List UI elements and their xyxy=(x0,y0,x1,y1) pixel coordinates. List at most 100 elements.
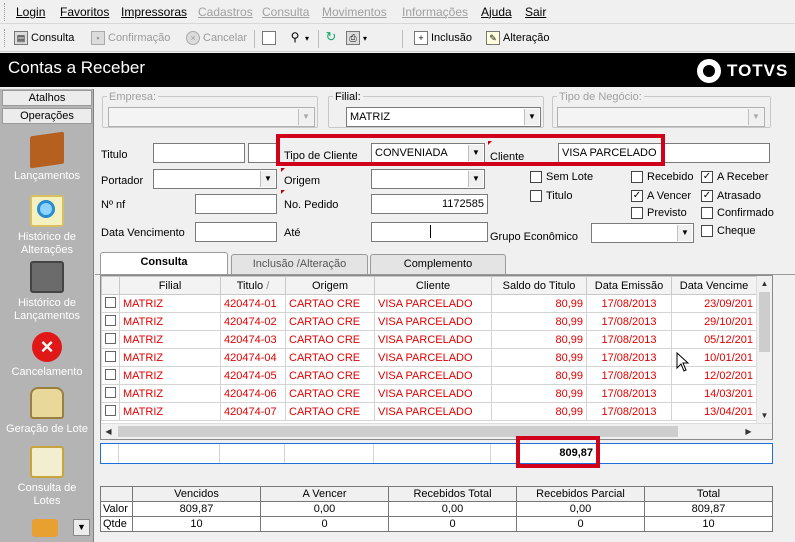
tab-atalhos[interactable]: Atalhos xyxy=(2,90,92,106)
portador-select[interactable]: ▼ xyxy=(153,169,277,189)
find-button[interactable]: ⚲ ▾ xyxy=(288,31,309,45)
menu-login[interactable]: Login xyxy=(16,5,45,19)
a-receber-checkbox[interactable]: ✓ A Receber xyxy=(701,171,768,183)
table-cell: VISA PARCELADO xyxy=(374,312,492,331)
atrasado-checkbox[interactable]: ✓ Atrasado xyxy=(701,190,761,202)
scroll-right-icon[interactable]: ▶ xyxy=(741,424,756,439)
menu-ajuda[interactable]: Ajuda xyxy=(481,5,512,19)
a-vencer-checkbox[interactable]: ✓ A Vencer xyxy=(631,190,691,202)
scroll-left-icon[interactable]: ◀ xyxy=(101,424,116,439)
nnf-input[interactable] xyxy=(195,194,277,214)
alteracao-button[interactable]: ✎ Alteração xyxy=(486,31,549,45)
column-header-data-vencimento[interactable]: Data Vencime xyxy=(671,276,757,295)
sidebar-item-historico-lancamentos[interactable]: Histórico de Lançamentos xyxy=(0,261,94,323)
previsto-checkbox[interactable]: Previsto xyxy=(631,207,687,219)
tipo-cliente-value: CONVENIADA xyxy=(375,147,448,159)
menu-favoritos[interactable]: Favoritos xyxy=(60,5,109,19)
origem-select[interactable]: ▼ xyxy=(371,169,485,189)
sidebar-item-cancelamento[interactable]: × Cancelamento xyxy=(0,332,94,379)
sidebar-item-more[interactable] xyxy=(30,519,60,541)
total-cell xyxy=(119,444,220,463)
consulta-button[interactable]: ▤ Consulta xyxy=(14,31,74,45)
scroll-thumb[interactable] xyxy=(759,292,770,352)
table-cell: 420474-04 xyxy=(220,348,286,367)
table-cell: VISA PARCELADO xyxy=(374,330,492,349)
data-ate-input[interactable] xyxy=(371,222,488,242)
tab-complemento[interactable]: Complemento xyxy=(370,254,506,274)
cliente-input[interactable]: VISA PARCELADO xyxy=(558,143,770,163)
column-header-filial[interactable]: Filial xyxy=(119,276,221,295)
inclusao-button[interactable]: + Inclusão xyxy=(414,31,472,45)
table-row[interactable]: MATRIZ 420474-01 CARTAO CRE VISA PARCELADO 8… xyxy=(101,294,757,313)
row-select-checkbox[interactable] xyxy=(101,384,120,403)
tab-consulta[interactable]: Consulta xyxy=(100,252,228,274)
data-vencimento-input[interactable] xyxy=(195,222,277,242)
titulo-checkbox[interactable]: Titulo xyxy=(530,190,573,202)
scroll-up-icon[interactable]: ▲ xyxy=(757,276,772,291)
table-cell: 17/08/2013 xyxy=(586,312,672,331)
cheque-checkbox[interactable]: Cheque xyxy=(701,225,756,237)
menu-impressoras[interactable]: Impressoras xyxy=(121,5,187,19)
grupo-economico-select[interactable]: ▼ xyxy=(591,223,694,243)
column-header-cliente[interactable]: Cliente xyxy=(374,276,492,295)
cancelar-button: × Cancelar xyxy=(186,31,247,45)
checkbox-label: Atrasado xyxy=(717,190,762,202)
scroll-down-icon[interactable]: ▼ xyxy=(757,408,772,423)
column-header-data-emissao[interactable]: Data Emissão xyxy=(586,276,672,295)
table-cell: CARTAO CRE xyxy=(285,294,375,313)
new-document-button[interactable] xyxy=(262,31,276,45)
tab-operacoes[interactable]: Operações xyxy=(2,108,92,124)
tab-inclusao-alteracao[interactable]: Inclusão /Alteração xyxy=(231,254,368,274)
check-icon: ✓ xyxy=(701,171,713,183)
stack-icon xyxy=(30,261,64,293)
scroll-thumb[interactable] xyxy=(118,426,678,437)
nopedido-input[interactable]: 1172585 xyxy=(371,194,488,214)
row-select-checkbox[interactable] xyxy=(101,402,120,421)
sem-lote-checkbox[interactable]: Sem Lote xyxy=(530,171,593,183)
table-row[interactable]: MATRIZ 420474-05 CARTAO CRE VISA PARCELADO 8… xyxy=(101,366,757,385)
sidebar-item-lancamentos[interactable]: Lançamentos xyxy=(0,131,94,183)
results-table: Filial Titulo / Origem Cliente Saldo do … xyxy=(101,276,757,421)
checkbox-box xyxy=(105,296,116,308)
row-select-checkbox[interactable] xyxy=(101,294,120,313)
recebido-checkbox[interactable]: Recebido xyxy=(631,171,693,183)
sidebar-item-geracao-lote[interactable]: Geração de Lote xyxy=(0,387,94,436)
filial-select[interactable]: MATRIZ ▼ xyxy=(346,107,541,127)
table-cell: VISA PARCELADO xyxy=(374,384,492,403)
table-row[interactable]: MATRIZ 420474-02 CARTAO CRE VISA PARCELADO 8… xyxy=(101,312,757,331)
column-header-origem[interactable]: Origem xyxy=(285,276,375,295)
magnifier-icon xyxy=(30,195,64,227)
titulo-input-1[interactable] xyxy=(153,143,245,163)
row-select-checkbox[interactable] xyxy=(101,366,120,385)
print-button[interactable]: ⎙ ▾ xyxy=(346,31,367,45)
titulo-input-2[interactable] xyxy=(248,143,280,163)
table-row[interactable]: MATRIZ 420474-03 CARTAO CRE VISA PARCELADO 8… xyxy=(101,330,757,349)
row-select-checkbox[interactable] xyxy=(101,312,120,331)
checkbox-box xyxy=(105,314,116,326)
table-row[interactable]: MATRIZ 420474-04 CARTAO CRE VISA PARCELADO 8… xyxy=(101,348,757,367)
total-cell xyxy=(101,444,119,463)
column-header-titulo[interactable]: Titulo / xyxy=(220,276,286,295)
column-header-saldo[interactable]: Saldo do Titulo xyxy=(491,276,587,295)
vertical-scrollbar[interactable]: ▲ ▼ xyxy=(756,276,772,423)
row-select-checkbox[interactable] xyxy=(101,330,120,349)
sidebar-item-consulta-lotes[interactable]: Consulta de Lotes xyxy=(0,446,94,508)
horizontal-scrollbar[interactable]: ◀ ▶ xyxy=(101,423,772,439)
chevron-down-icon: ▼ xyxy=(677,225,692,241)
menu-sair[interactable]: Sair xyxy=(525,5,546,19)
empresa-select: ▼ xyxy=(108,107,315,127)
table-row[interactable]: MATRIZ 420474-06 CARTAO CRE VISA PARCELADO 8… xyxy=(101,384,757,403)
table-row[interactable]: MATRIZ 420474-07 CARTAO CRE VISA PARCELADO 8… xyxy=(101,402,757,421)
sidebar-item-historico-alteracoes[interactable]: Histórico de Alterações xyxy=(0,195,94,257)
refresh-button[interactable]: ↻ xyxy=(324,30,338,45)
summary-cell: 0,00 xyxy=(516,501,645,517)
tipo-cliente-select[interactable]: CONVENIADA ▼ xyxy=(371,143,485,163)
alteracao-label: Alteração xyxy=(503,32,550,44)
sidebar-scroll-down-button[interactable]: ▼ xyxy=(73,519,90,536)
required-marker xyxy=(281,168,285,172)
total-cell xyxy=(220,444,285,463)
sidebar-item-label: Histórico de Lançamentos xyxy=(13,297,81,322)
checkbox-label: Confirmado xyxy=(717,207,774,219)
confirmado-checkbox[interactable]: Confirmado xyxy=(701,207,774,219)
row-select-checkbox[interactable] xyxy=(101,348,120,367)
